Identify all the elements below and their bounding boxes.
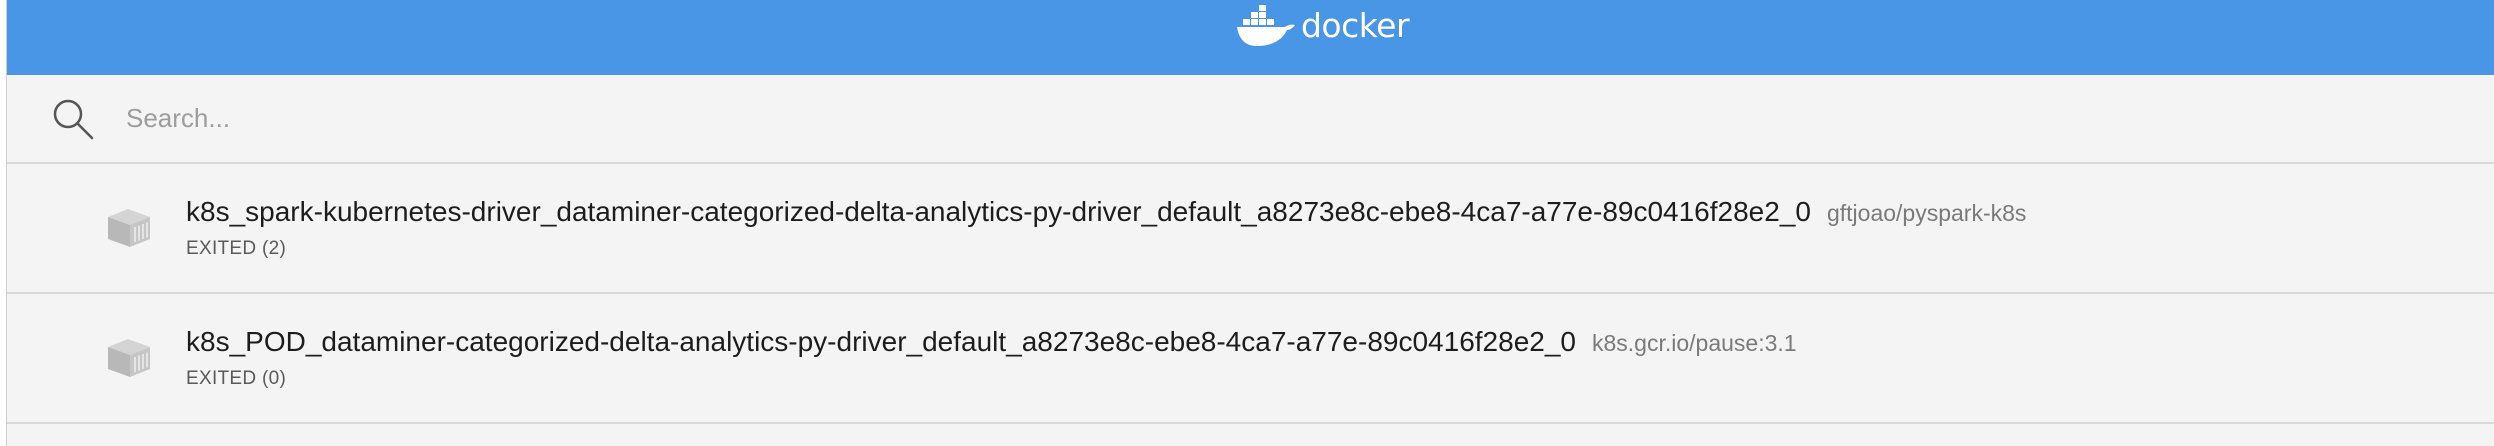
- container-image: gftjoao/pyspark-k8s: [1826, 200, 2027, 226]
- container-status: EXITED (0): [186, 368, 287, 389]
- search-icon: [50, 96, 96, 142]
- search-bar: [6, 75, 2494, 164]
- container-name: k8s_POD_dataminer-categorized-delta-anal…: [186, 326, 1576, 357]
- container-status: EXITED (2): [186, 238, 287, 259]
- container-icon: [106, 207, 152, 249]
- container-info: k8s_POD_dataminer-categorized-delta-anal…: [186, 326, 1797, 390]
- container-name: k8s_spark-kubernetes-driver_dataminer-ca…: [186, 196, 1811, 227]
- container-info: k8s_spark-kubernetes-driver_dataminer-ca…: [186, 196, 2026, 260]
- window-left-edge: [0, 0, 7, 446]
- container-icon: [106, 337, 152, 379]
- app-header: docker: [0, 0, 2494, 75]
- search-input[interactable]: [124, 92, 1328, 145]
- container-row[interactable]: k8s_POD_dataminer-categorized-delta-anal…: [6, 294, 2494, 424]
- docker-logo: docker: [1235, 4, 1410, 47]
- brand-name: docker: [1300, 6, 1410, 45]
- docker-whale-icon: [1236, 4, 1295, 46]
- container-image: k8s.gcr.io/pause:3.1: [1591, 330, 1797, 356]
- container-row[interactable]: k8s_spark-kubernetes-driver_dataminer-ca…: [6, 164, 2494, 294]
- container-list: k8s_spark-kubernetes-driver_dataminer-ca…: [6, 164, 2494, 424]
